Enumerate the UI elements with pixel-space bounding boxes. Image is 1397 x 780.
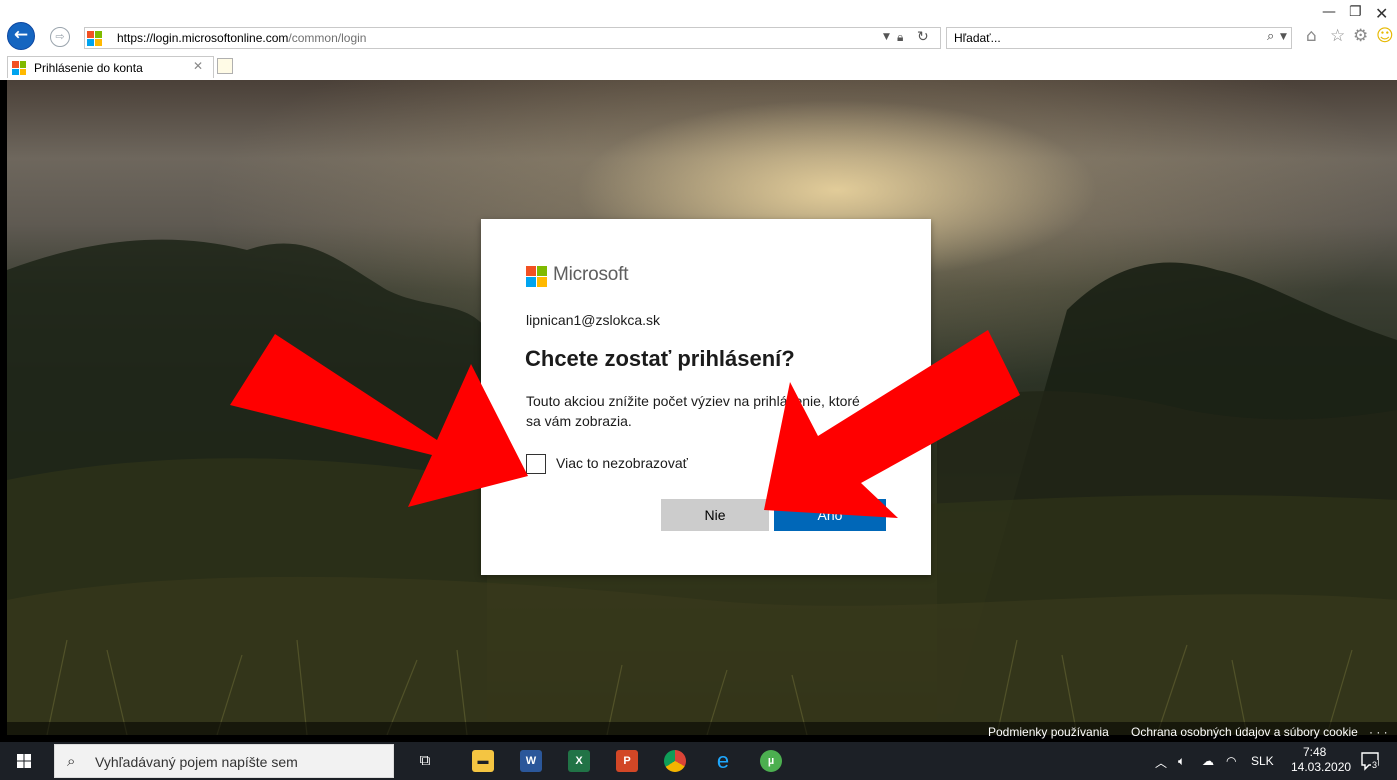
back-button[interactable]: ← <box>7 22 35 50</box>
search-icon: ⌕ <box>67 752 76 770</box>
dont-show-again-label[interactable]: Viac to nezobrazovať <box>556 455 688 471</box>
volume-icon[interactable]: 🔈︎ <box>1178 754 1185 769</box>
more-options-link[interactable]: · · · <box>1369 725 1388 739</box>
file-explorer-icon[interactable]: ▬ <box>472 750 494 772</box>
show-hidden-icons-icon[interactable]: ︿ <box>1155 754 1167 771</box>
tab-title: Prihlásenie do konta <box>34 61 143 75</box>
tab-active[interactable]: Prihlásenie do konta ✕ <box>7 56 214 78</box>
terms-link[interactable]: Podmienky používania <box>988 725 1109 739</box>
forward-button[interactable]: ⇨ <box>50 27 70 47</box>
taskbar-search[interactable]: ⌕ Vyhľadávaný pojem napíšte sem <box>54 744 394 778</box>
utorrent-icon[interactable]: µ <box>760 750 782 772</box>
start-button[interactable] <box>0 742 48 780</box>
search-box[interactable]: Hľadať... ⌕ ▼ <box>946 27 1292 49</box>
microsoft-logo-icon <box>87 31 102 46</box>
restore-icon[interactable]: ❐ <box>1349 4 1362 20</box>
url-domain: https://login.microsoftonline.com <box>117 31 289 45</box>
action-center-button[interactable]: 3 <box>1360 751 1380 771</box>
microsoft-logo-icon <box>526 266 547 287</box>
address-bar-row: ← ⇨ https://login.microsoftonline.com/co… <box>0 20 1397 52</box>
onedrive-cloud-icon[interactable]: ☁ <box>1202 754 1214 768</box>
taskbar-search-placeholder: Vyhľadávaný pojem napíšte sem <box>95 754 298 770</box>
search-placeholder: Hľadať... <box>954 31 1001 45</box>
refresh-icon[interactable]: ↻ <box>917 29 929 45</box>
arrow-left-icon: ← <box>13 25 29 45</box>
input-language[interactable]: SLK <box>1251 754 1274 768</box>
tab-row: Prihlásenie do konta ✕ <box>0 56 1397 80</box>
search-dropdown-icon[interactable]: ▼ <box>1280 32 1287 42</box>
settings-gear-icon[interactable]: ⚙ <box>1353 26 1368 46</box>
taskbar: ⌕ Vyhľadávaný pojem napíšte sem ⧉ ▬ W X … <box>0 742 1397 780</box>
arrow-right-icon: ⇨ <box>55 30 65 43</box>
user-email: lipnican1@zslokca.sk <box>526 312 661 328</box>
dialog-title: Chcete zostať prihlásení? <box>525 346 795 371</box>
no-button[interactable]: Nie <box>661 499 769 531</box>
favorites-star-icon[interactable]: ☆ <box>1330 26 1345 46</box>
brand-name: Microsoft <box>553 264 629 285</box>
address-bar[interactable]: https://login.microsoftonline.com/common… <box>84 27 941 49</box>
browser-chrome: — ❐ ✕ ← ⇨ https://login.microsoftonline.… <box>0 0 1397 80</box>
task-view-icon[interactable]: ⧉ <box>414 750 436 772</box>
clock-time[interactable]: 7:48 <box>1303 745 1326 759</box>
notification-count: 3 <box>1371 760 1379 770</box>
microsoft-logo-icon <box>12 61 26 75</box>
lock-icon[interactable]: 🔒︎ <box>897 30 903 45</box>
excel-icon[interactable]: X <box>568 750 590 772</box>
feedback-smiley-icon[interactable]: ☺ <box>1376 26 1394 46</box>
page-footer: Podmienky používania Ochrana osobných úd… <box>7 722 1397 742</box>
dialog-description: Touto akciou znížite počet výziev na pri… <box>526 393 860 429</box>
stay-signed-in-dialog: Microsoft lipnican1@zslokca.sk Chcete zo… <box>481 219 931 575</box>
url-path: /common/login <box>288 31 367 45</box>
windows-logo-icon <box>17 754 31 768</box>
yes-button[interactable]: Áno <box>774 499 886 531</box>
word-icon[interactable]: W <box>520 750 542 772</box>
tab-close-icon[interactable]: ✕ <box>193 59 203 73</box>
minimize-icon[interactable]: — <box>1322 4 1336 20</box>
home-icon[interactable]: ⌂ <box>1306 26 1317 46</box>
url-text: https://login.microsoftonline.com/common… <box>117 31 366 45</box>
privacy-link[interactable]: Ochrana osobných údajov a súbory cookie <box>1131 725 1358 739</box>
new-tab-button[interactable] <box>217 58 233 74</box>
clock-date[interactable]: 14.03.2020 <box>1291 760 1351 774</box>
internet-explorer-icon[interactable]: e <box>712 750 734 772</box>
dont-show-again-checkbox[interactable] <box>526 454 546 474</box>
search-icon[interactable]: ⌕ <box>1267 29 1274 44</box>
chrome-icon[interactable] <box>664 750 686 772</box>
address-dropdown-icon[interactable]: ▼ <box>883 32 890 42</box>
wifi-icon[interactable]: ◠ <box>1226 754 1236 768</box>
powerpoint-icon[interactable]: P <box>616 750 638 772</box>
